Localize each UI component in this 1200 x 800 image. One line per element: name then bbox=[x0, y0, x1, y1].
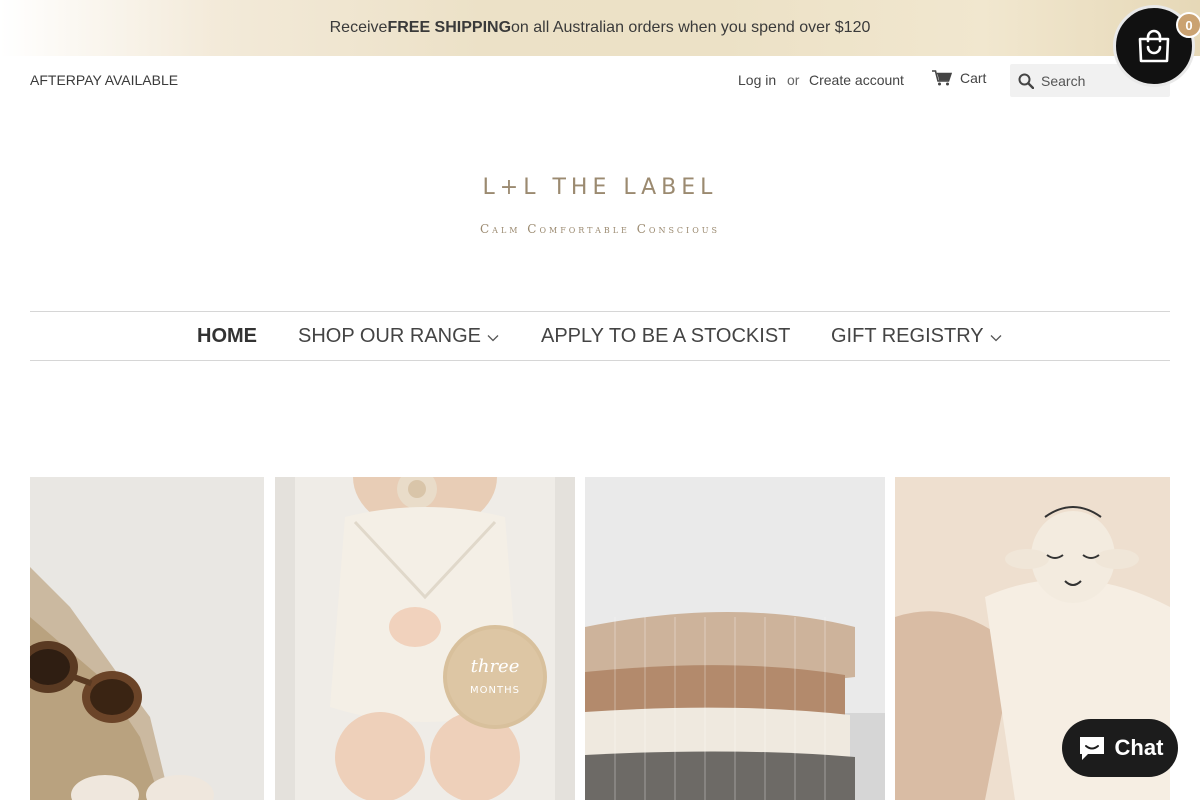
nav-home-label: HOME bbox=[197, 325, 257, 347]
chat-bubble-icon bbox=[1079, 737, 1104, 760]
chevron-down-icon bbox=[990, 334, 1002, 341]
main-navigation: HOME SHOP OUR RANGE APPLY TO BE A STOCKI… bbox=[30, 311, 1170, 361]
nav-stockist-label: APPLY TO BE A STOCKIST bbox=[541, 325, 791, 347]
announcement-bar: Receive FREE SHIPPING on all Australian … bbox=[0, 0, 1200, 56]
logo-title: L+L THE LABEL bbox=[482, 175, 718, 200]
chat-button[interactable]: Chat bbox=[1062, 719, 1178, 777]
shopping-bag-button[interactable]: 0 bbox=[1113, 5, 1200, 87]
or-separator: or bbox=[787, 72, 800, 88]
gallery-image-sunglasses[interactable] bbox=[30, 477, 264, 800]
bag-count-badge: 0 bbox=[1176, 12, 1200, 38]
login-link[interactable]: Log in bbox=[738, 72, 776, 88]
announcement-suffix: on all Australian orders when you spend … bbox=[511, 19, 871, 36]
chat-label: Chat bbox=[1114, 735, 1164, 760]
create-account-link[interactable]: Create account bbox=[809, 72, 904, 88]
nav-item-shop-our-range[interactable]: SHOP OUR RANGE bbox=[298, 325, 499, 348]
search-icon[interactable] bbox=[1018, 73, 1034, 89]
product-gallery: three MONTHS bbox=[30, 477, 1170, 800]
logo-tagline: Calm Comfortable Conscious bbox=[479, 222, 720, 236]
nav-registry-label: GIFT REGISTRY bbox=[831, 325, 984, 347]
svg-text:MONTHS: MONTHS bbox=[470, 685, 520, 696]
cart-label: Cart bbox=[960, 70, 987, 86]
nav-item-apply-stockist[interactable]: APPLY TO BE A STOCKIST bbox=[541, 325, 790, 348]
nav-shop-label: SHOP OUR RANGE bbox=[298, 325, 481, 347]
announcement-highlight: FREE SHIPPING bbox=[387, 19, 512, 36]
chevron-down-icon bbox=[487, 334, 499, 341]
utility-bar: AFTERPAY AVAILABLE Log in or Create acco… bbox=[0, 56, 1200, 104]
gallery-image-baby-bodysuit[interactable]: three MONTHS bbox=[275, 477, 575, 800]
svg-text:three: three bbox=[471, 656, 520, 677]
shopping-bag-icon bbox=[1138, 29, 1170, 63]
afterpay-notice: AFTERPAY AVAILABLE bbox=[30, 72, 179, 88]
cart-link[interactable]: Cart bbox=[932, 70, 986, 86]
gallery-image-knit-beanies[interactable] bbox=[585, 477, 885, 800]
nav-item-gift-registry[interactable]: GIFT REGISTRY bbox=[831, 325, 1002, 348]
announcement-prefix: Receive bbox=[329, 19, 388, 36]
cart-icon bbox=[932, 70, 952, 86]
store-logo[interactable]: L+L THE LABEL Calm Comfortable Conscious bbox=[0, 175, 1200, 236]
nav-item-home[interactable]: HOME bbox=[197, 325, 257, 348]
